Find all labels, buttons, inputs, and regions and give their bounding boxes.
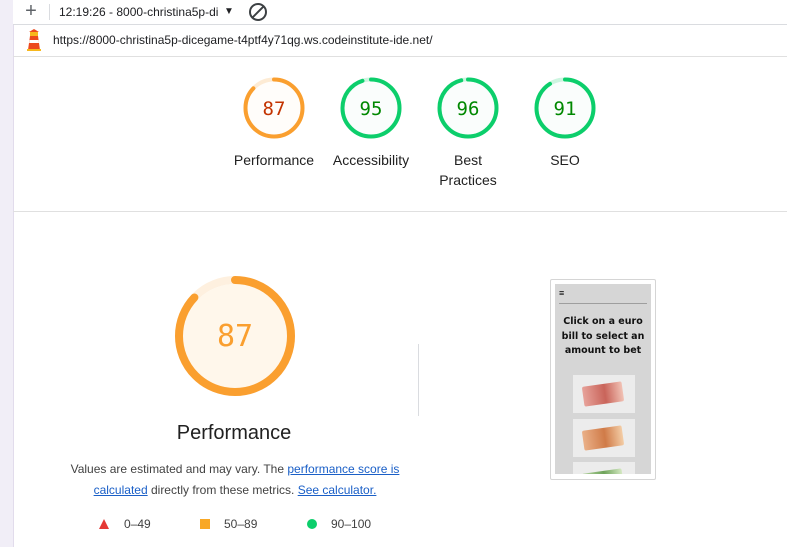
legend-range: 90–100: [331, 517, 372, 531]
gauge-seo[interactable]: 91 SEO: [515, 76, 615, 170]
menu-icon: ≡: [559, 288, 565, 298]
final-screenshot-thumbnail[interactable]: ≡ Click on a euro bill to select an amou…: [550, 279, 656, 480]
gauge-ring-icon: 96: [437, 77, 499, 139]
chevron-down-icon[interactable]: ▼: [224, 0, 234, 24]
desc-text: Values are estimated and may vary. The: [70, 462, 288, 476]
gauge-accessibility[interactable]: 95 Accessibility: [321, 76, 421, 170]
toolbar-separator: [49, 4, 50, 20]
gauge-label: Accessibility: [332, 152, 410, 168]
section-divider: [13, 211, 787, 212]
see-calculator-link[interactable]: See calculator.: [298, 483, 377, 497]
bill-art: [581, 425, 625, 451]
triangle-icon: [99, 519, 109, 529]
square-icon: [200, 519, 210, 529]
gauge-performance[interactable]: 87 Performance: [224, 76, 324, 170]
gauge-value: 91: [554, 98, 577, 120]
screenshot-heading: Click on a euro bill to select an amount…: [561, 316, 645, 356]
lighthouse-logo-icon: [27, 29, 41, 51]
gauge-ring-icon: 87: [243, 77, 305, 139]
legend-range: 0–49: [124, 517, 151, 531]
gauge-value: 87: [263, 98, 286, 120]
vertical-separator: [418, 344, 419, 416]
euro-bill-20-icon: [573, 419, 635, 457]
report-select[interactable]: 12:19:26 - 8000-christina5p-di: [59, 0, 219, 24]
circle-icon: [307, 519, 317, 529]
gauge-label: Best Practices: [439, 152, 497, 188]
euro-bill-10-icon: [573, 375, 635, 413]
performance-big-value: 87: [217, 319, 253, 354]
new-report-button[interactable]: +: [23, 0, 39, 24]
bill-art: [581, 468, 625, 474]
url-bar: https://8000-christina5p-dicegame-t4ptf4…: [13, 25, 787, 57]
page-url: https://8000-christina5p-dicegame-t4ptf4…: [53, 33, 433, 47]
euro-bill-100-icon: [573, 462, 635, 474]
gauge-value: 96: [457, 98, 480, 120]
legend-range: 50–89: [224, 517, 258, 531]
gauge-best-practices[interactable]: 96 Best Practices: [418, 76, 518, 190]
left-side-strip: [0, 0, 14, 547]
toolbar: + 12:19:26 - 8000-christina5p-di ▼: [13, 0, 787, 25]
desc-text: directly from these metrics.: [147, 483, 298, 497]
performance-big-gauge: 87: [175, 276, 295, 396]
gauge-ring-icon: 91: [534, 77, 596, 139]
gauge-ring-icon: 95: [340, 77, 402, 139]
performance-description: Values are estimated and may vary. The p…: [60, 459, 410, 501]
gauge-label: Performance: [233, 152, 315, 168]
bill-art: [581, 381, 625, 407]
screenshot-divider: [559, 303, 647, 304]
gauge-value: 95: [360, 98, 383, 120]
screenshot-content: ≡ Click on a euro bill to select an amou…: [555, 284, 651, 474]
clear-icon[interactable]: [249, 3, 267, 21]
gauge-label: SEO: [550, 152, 580, 168]
performance-title: Performance: [176, 422, 292, 444]
